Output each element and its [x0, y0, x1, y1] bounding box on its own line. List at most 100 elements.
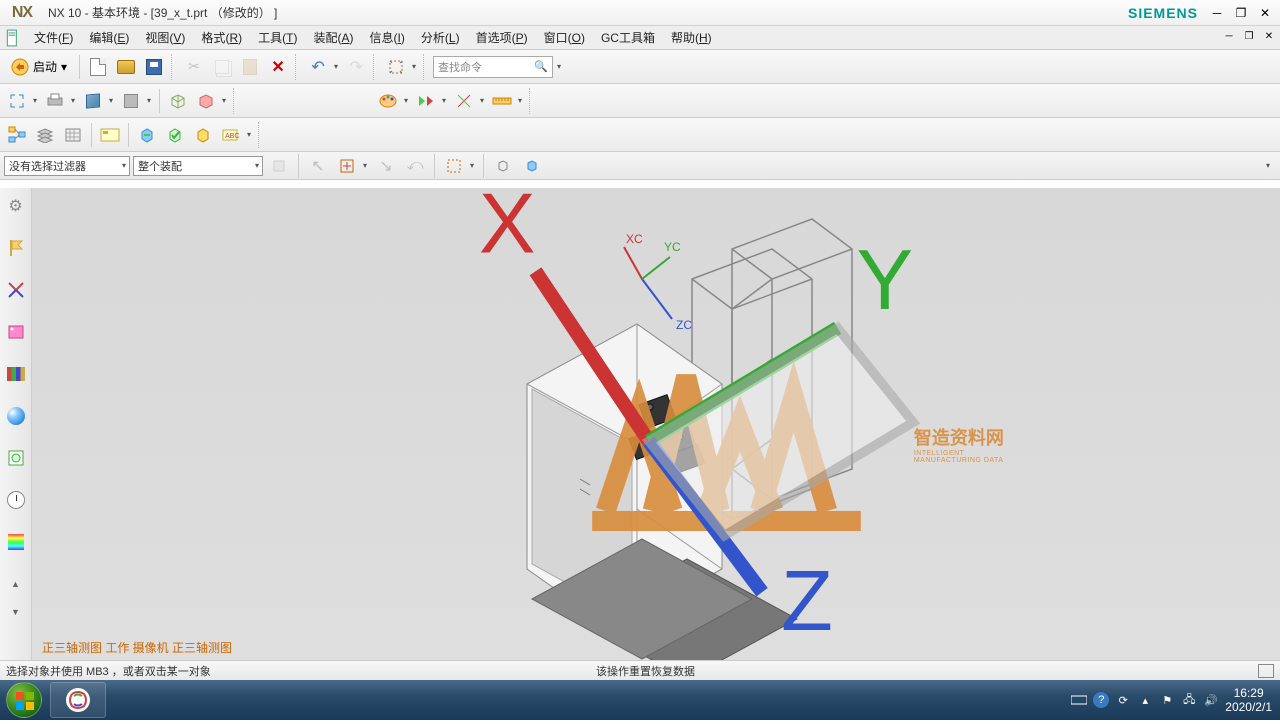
copy-button[interactable]: [209, 54, 235, 80]
section-button[interactable]: [193, 88, 229, 114]
menu-format[interactable]: 格式(R): [193, 27, 250, 48]
tray-network-icon[interactable]: 🖧: [1181, 692, 1197, 708]
x-icon: ✕: [271, 57, 284, 77]
tray-volume-icon[interactable]: 🔊: [1203, 692, 1219, 708]
reuse-tab[interactable]: [4, 320, 28, 344]
cut-button[interactable]: ✂: [181, 54, 207, 80]
redo-button[interactable]: ↷: [343, 54, 369, 80]
scissors-icon: ✂: [188, 58, 200, 75]
close-button[interactable]: ✕: [1256, 5, 1274, 21]
gear-icon: ⚙: [8, 196, 22, 216]
layer-button[interactable]: [32, 122, 58, 148]
svg-text:ABC: ABC: [225, 133, 239, 140]
tree-icon: [7, 125, 27, 145]
expand-down-tab[interactable]: ▼: [4, 600, 28, 624]
graphics-viewport[interactable]: XC YC ZC: [32, 188, 1280, 660]
view-label: 正三轴测图 工作 摄像机 正三轴测图: [42, 639, 232, 656]
menu-gc-toolbox[interactable]: GC工具箱: [593, 27, 663, 48]
view-toolbar: [0, 84, 1280, 118]
sel-down-button[interactable]: ↘: [373, 153, 399, 179]
clipboard-icon: [243, 59, 257, 75]
assembly-nav-button[interactable]: [4, 122, 30, 148]
zoom-fit-button[interactable]: [4, 88, 40, 114]
history-tab[interactable]: [4, 446, 28, 470]
library-tab[interactable]: [4, 362, 28, 386]
undo-button[interactable]: ↶: [305, 54, 341, 80]
minimize-button[interactable]: ─: [1208, 5, 1226, 21]
tray-chevron-up-icon[interactable]: ▴: [1137, 692, 1153, 708]
marquee-button[interactable]: [441, 153, 477, 179]
menu-info[interactable]: 信息(I): [362, 27, 413, 48]
arrow-play-button[interactable]: [413, 88, 449, 114]
shading-button[interactable]: [118, 88, 154, 114]
palette-button[interactable]: [375, 88, 411, 114]
status-bar: 选择对象并使用 MB3 ，或者双击某一对象 该操作重置恢复数据: [0, 660, 1280, 680]
fit-button[interactable]: [383, 54, 419, 80]
siemens-brand: SIEMENS: [1128, 5, 1198, 21]
card-button[interactable]: [97, 122, 123, 148]
filter-combo[interactable]: 没有选择过滤器: [4, 156, 130, 176]
web-tab[interactable]: [4, 404, 28, 428]
delete-button[interactable]: ✕: [265, 54, 291, 80]
box-yellow-button[interactable]: [190, 122, 216, 148]
clock-tab[interactable]: [4, 488, 28, 512]
part-navigator-tab[interactable]: [4, 236, 28, 260]
start-button[interactable]: 启动 ▾: [4, 54, 74, 80]
system-tray: ? ⟳ ▴ ⚑ 🖧 🔊 16:29 2020/2/1: [1071, 686, 1280, 715]
menu-window[interactable]: 窗口(O): [536, 27, 593, 48]
clock-time: 16:29: [1225, 686, 1272, 700]
scope-combo[interactable]: 整个装配: [133, 156, 263, 176]
menu-view[interactable]: 视图(V): [137, 27, 193, 48]
menu-tools[interactable]: 工具(T): [250, 27, 305, 48]
sel-prev-button[interactable]: ⤺: [402, 153, 428, 179]
box-blue-button[interactable]: [134, 122, 160, 148]
up-arrow-icon: ↖: [311, 156, 324, 176]
settings-tab[interactable]: ⚙: [4, 194, 28, 218]
show-solid-button[interactable]: [519, 153, 545, 179]
expand-up-tab[interactable]: ▲: [4, 572, 28, 596]
sel-plus-button[interactable]: [334, 153, 370, 179]
box-red-icon: [197, 92, 215, 110]
taskbar-clock[interactable]: 16:29 2020/2/1: [1225, 686, 1272, 715]
start-button-win[interactable]: [0, 680, 48, 720]
cross-button[interactable]: [451, 88, 487, 114]
box-check-button[interactable]: [162, 122, 188, 148]
maximize-button[interactable]: ❐: [1232, 5, 1250, 21]
display-mode-button[interactable]: [80, 88, 116, 114]
tray-keyboard-icon[interactable]: [1071, 692, 1087, 708]
command-search[interactable]: 查找命令 🔍: [433, 56, 553, 78]
selection-toolbar: 没有选择过滤器 整个装配 ↖ ↘ ⤺ ▾: [0, 152, 1280, 180]
menu-edit[interactable]: 编辑(E): [81, 27, 137, 48]
print-button[interactable]: [42, 88, 78, 114]
show-wire-button[interactable]: [490, 153, 516, 179]
mdi-close-button[interactable]: ✕: [1260, 28, 1278, 44]
save-button[interactable]: [141, 54, 167, 80]
mdi-restore-button[interactable]: ❐: [1240, 28, 1258, 44]
paste-button[interactable]: [237, 54, 263, 80]
new-button[interactable]: [85, 54, 111, 80]
filter-icon-button[interactable]: [266, 153, 292, 179]
menu-assembly[interactable]: 装配(A): [305, 27, 361, 48]
tray-sync-icon[interactable]: ⟳: [1115, 692, 1131, 708]
copy-icon: [215, 60, 229, 74]
ruler-button[interactable]: [489, 88, 525, 114]
taskbar-app-nx[interactable]: [50, 682, 106, 718]
sheet-button[interactable]: [60, 122, 86, 148]
label-button[interactable]: ABC: [218, 122, 254, 148]
palette-icon: [379, 93, 397, 109]
menu-preferences[interactable]: 首选项(P): [468, 27, 536, 48]
menu-file[interactable]: 文件(F): [26, 27, 81, 48]
menu-help[interactable]: 帮助(H): [663, 27, 720, 48]
open-button[interactable]: [113, 54, 139, 80]
title-bar: NX NX 10 - 基本环境 - [39_x_t.prt （修改的） ] SI…: [0, 0, 1280, 26]
sel-up-button[interactable]: ↖: [305, 153, 331, 179]
status-screen-icon[interactable]: [1258, 664, 1274, 678]
tray-flag-icon[interactable]: ⚑: [1159, 692, 1175, 708]
tray-help-icon[interactable]: ?: [1093, 692, 1109, 708]
wireframe-button[interactable]: [165, 88, 191, 114]
menu-analyze[interactable]: 分析(L): [413, 27, 468, 48]
constraint-tab[interactable]: [4, 278, 28, 302]
mdi-minimize-button[interactable]: ─: [1220, 28, 1238, 44]
color-tab[interactable]: [4, 530, 28, 554]
save-icon: [146, 59, 162, 75]
